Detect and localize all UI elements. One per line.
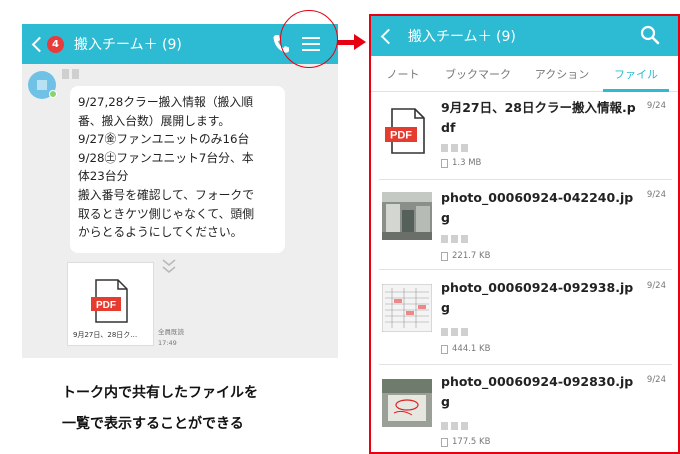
file-size-text: 1.3 MB	[452, 158, 482, 168]
file-name: photo_00060924-092938.jpg	[441, 280, 634, 315]
chat-screen: 4 搬入チーム＋ (9) 9/27,28クラー搬入情報（搬入順 番、搬入台数）展…	[22, 24, 338, 358]
owner-blurred	[441, 235, 468, 243]
document-icon	[441, 158, 448, 168]
back-chevron-icon[interactable]	[380, 28, 397, 44]
file-attachment[interactable]: PDF 9月27日、28日ク…	[67, 262, 154, 346]
online-status-icon	[49, 90, 57, 98]
file-name: 9月27日、28日クラー搬入情報.pdf	[441, 100, 636, 135]
menu-highlight-circle	[280, 10, 338, 68]
tab-actions[interactable]: アクション	[521, 56, 603, 91]
file-size: 1.3 MB	[441, 158, 481, 168]
chat-title: 搬入チーム＋ (9)	[74, 37, 182, 53]
owner-blurred	[441, 144, 468, 152]
files-title: 搬入チーム＋ (9)	[408, 29, 516, 45]
back-chevron-icon	[31, 36, 48, 52]
attachment-filename: 9月27日、28日ク…	[73, 331, 138, 339]
read-status: 全員既読	[158, 328, 184, 336]
pdf-icon: PDF	[385, 108, 425, 154]
file-size-text: 221.7 KB	[452, 251, 491, 261]
file-size: 177.5 KB	[441, 437, 490, 447]
photo-thumbnail	[382, 379, 432, 427]
caption-line-2: 一覧で表示することができる	[62, 416, 244, 432]
file-name: photo_00060924-042240.jpg	[441, 190, 634, 225]
owner-blurred	[441, 328, 468, 336]
owner-blurred	[441, 422, 468, 430]
document-icon	[441, 437, 448, 447]
file-row[interactable]: photo_00060924-092830.jpg 9/24 177.5 KB	[379, 365, 672, 452]
file-name: photo_00060924-092830.jpg	[441, 374, 634, 409]
file-date: 9/24	[646, 281, 666, 291]
file-size-text: 177.5 KB	[452, 437, 491, 447]
tab-bar: ノート ブックマーク アクション ファイル	[371, 56, 678, 92]
file-row[interactable]: photo_00060924-042240.jpg 9/24 221.7 KB	[379, 180, 672, 270]
photo-thumbnail	[382, 192, 432, 240]
tab-files[interactable]: ファイル	[603, 56, 669, 92]
search-icon[interactable]	[640, 25, 660, 45]
file-date: 9/24	[646, 375, 666, 385]
expand-chevron-icon[interactable]	[162, 258, 176, 274]
spreadsheet-thumbnail	[382, 284, 432, 332]
pdf-icon: PDF	[91, 279, 128, 323]
document-icon	[441, 344, 448, 354]
tab-bookmarks[interactable]: ブックマーク	[435, 56, 521, 91]
document-icon	[441, 251, 448, 261]
file-row[interactable]: photo_00060924-092938.jpg 9/24 444.1 KB	[379, 270, 672, 365]
sender-name-blurred	[62, 69, 79, 79]
pdf-label: PDF	[96, 300, 116, 311]
tab-notes[interactable]: ノート	[371, 56, 435, 91]
file-size: 221.7 KB	[441, 251, 490, 261]
back-button[interactable]: 4	[30, 35, 64, 53]
caption: トーク内で共有したファイルを 一覧で表示することができる	[62, 378, 258, 440]
message-bubble[interactable]: 9/27,28クラー搬入情報（搬入順 番、搬入台数）展開します。 9/27㊎ファ…	[70, 86, 285, 253]
message-time: 17:49	[158, 339, 177, 347]
message-text: 9/27,28クラー搬入情報（搬入順 番、搬入台数）展開します。 9/27㊎ファ…	[78, 95, 255, 240]
file-date: 9/24	[646, 190, 666, 200]
pdf-label: PDF	[390, 130, 412, 142]
caption-line-1: トーク内で共有したファイルを	[62, 385, 258, 401]
unread-badge: 4	[47, 35, 64, 53]
file-size: 444.1 KB	[441, 344, 490, 354]
file-size-text: 444.1 KB	[452, 344, 491, 354]
file-row[interactable]: PDF 9月27日、28日クラー搬入情報.pdf 9/24 1.3 MB	[379, 93, 672, 180]
files-screen: 搬入チーム＋ (9) ノート ブックマーク アクション ファイル PDF 9月2…	[369, 14, 680, 454]
arrow-icon	[354, 34, 366, 50]
file-date: 9/24	[646, 101, 666, 111]
files-header: 搬入チーム＋ (9)	[371, 16, 678, 56]
